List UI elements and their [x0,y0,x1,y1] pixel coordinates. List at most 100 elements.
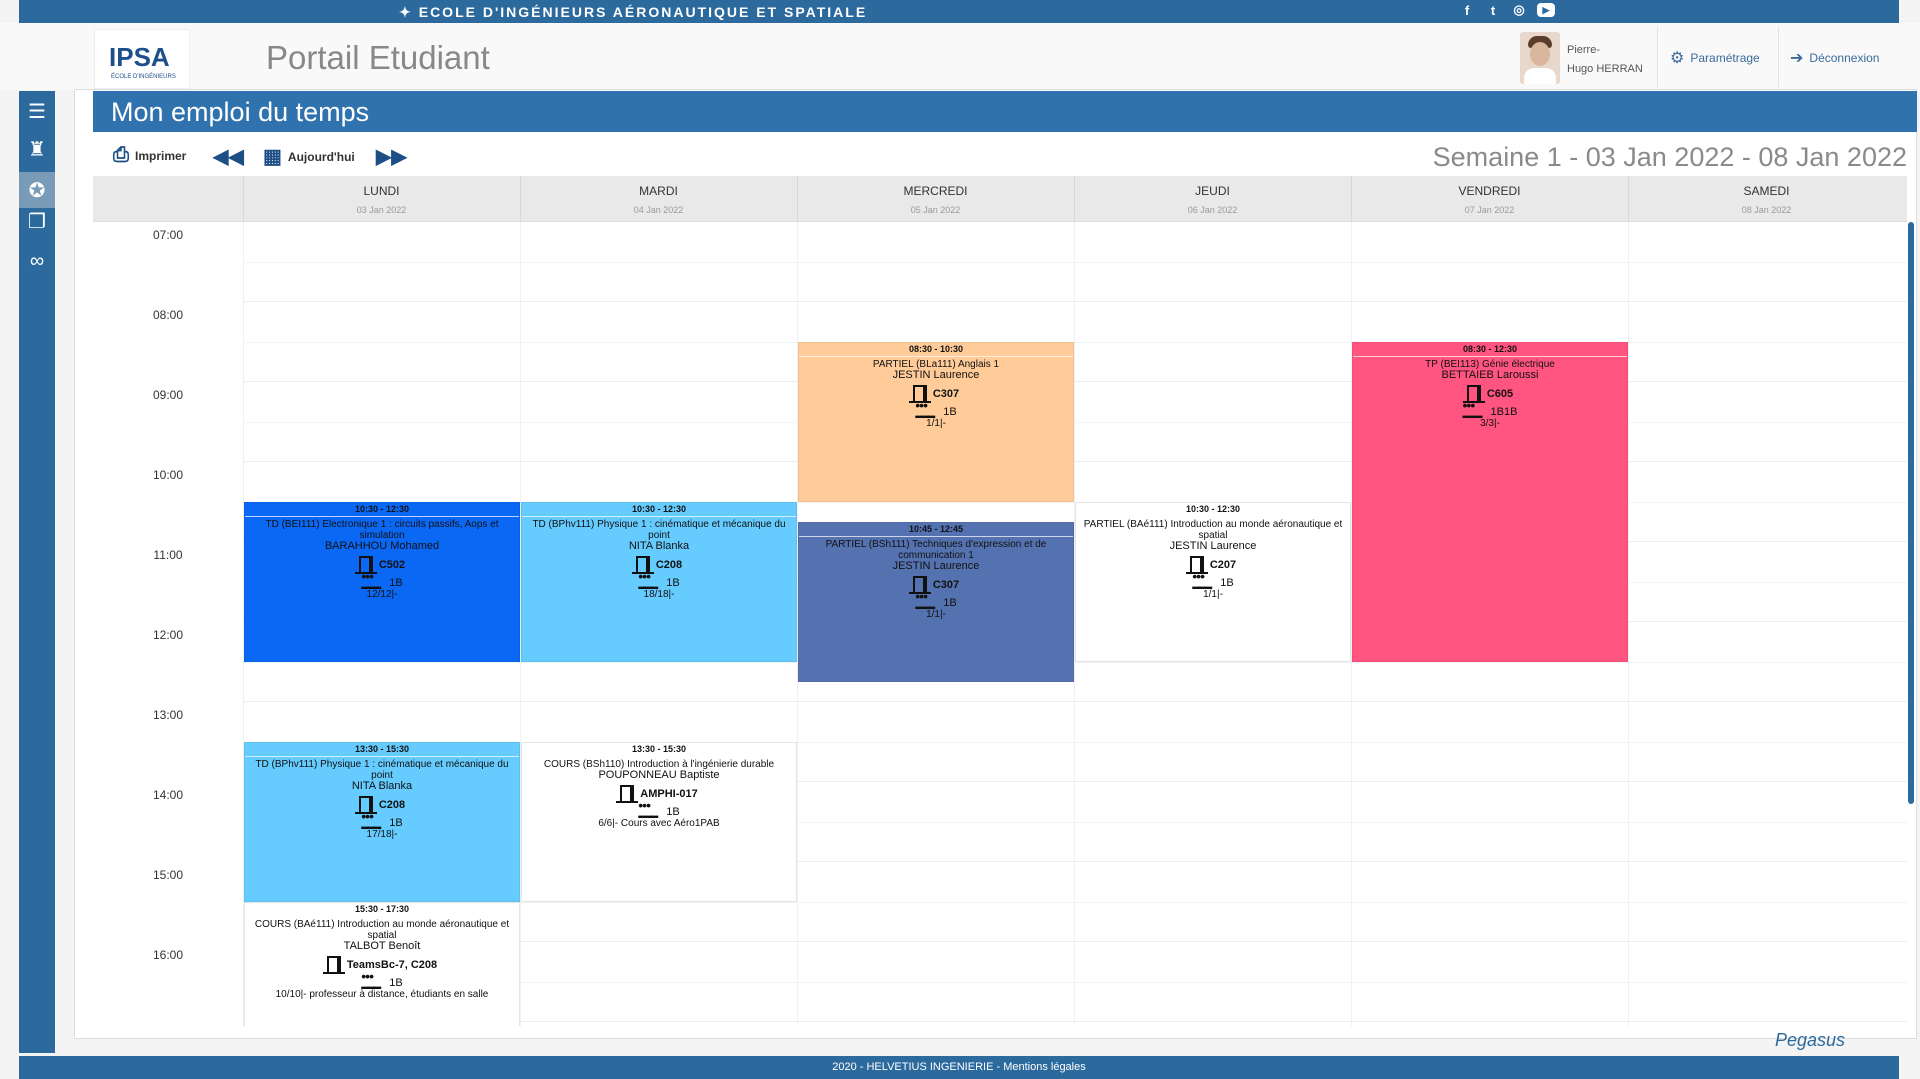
course-event[interactable]: 10:30 - 12:30 PARTIEL (BAé111) Introducti… [1075,502,1351,662]
event-group: 1B1B [1353,400,1627,421]
next-week-button[interactable]: ▶▶ [376,144,407,169]
hour-label: 10:00 [152,468,184,482]
group-icon [1463,400,1485,421]
hour-label: 07:00 [152,228,184,242]
group-icon [361,571,383,592]
course-event[interactable]: 08:30 - 10:30 PARTIEL (BLa111) Anglais 1J… [798,342,1074,502]
group-icon [638,571,660,592]
event-group: 1B [799,400,1073,421]
group-icon [1192,571,1214,592]
course-event[interactable]: 10:30 - 12:30 TD (BEI111) Electronique 1 … [244,502,520,662]
header: IPSA ÉCOLE D'INGÉNIEURS Portail Etudiant… [0,23,1920,90]
event-attendance: 1/1|- [926,609,946,620]
calendar-scrollbar[interactable] [1908,222,1914,804]
event-teacher: BETTAIEB Laroussi [1441,369,1539,381]
event-teacher: JESTIN Laurence [892,560,980,572]
toolbar: ⎙ Imprimer ◀◀ ▦ Aujourd'hui ▶▶ Semaine 1… [93,140,1917,174]
group-icon [915,400,937,421]
group-label: 1B [389,976,403,989]
day-name: LUNDI [363,184,400,198]
pegasus-logo: Pegasus [1775,1030,1846,1050]
room-label: C307 [932,387,960,400]
previous-week-button[interactable]: ◀◀ [213,144,244,169]
hour-line [243,461,1907,462]
course-event[interactable]: 13:30 - 15:30 TD (BPhv111) Physique 1 : c… [244,742,520,902]
event-room: C307 [799,385,1073,403]
day-header: LUNDI 03 Jan 2022 [243,176,519,222]
group-label: 1B [666,805,680,818]
event-teacher: NITA Blanka [351,780,413,792]
sign-out-icon: ➔ [1790,50,1804,67]
page-title: Mon emploi du temps [93,91,1917,132]
graduate-icon[interactable]: ♜ [19,131,55,167]
event-group: 1B [245,811,519,832]
top-bar: ✦ ECOLE D'INGÉNIEURS AÉRONAUTIQUE ET SPAT… [19,0,1899,23]
event-title: PARTIEL (BAé111) Introduction au monde a… [1083,519,1343,541]
event-attendance: 17/18|- [366,829,398,840]
event-attendance: 1/1|- [926,418,946,429]
day-header: VENDREDI 07 Jan 2022 [1351,176,1627,222]
star-icon: ✦ [399,4,413,20]
event-group: 1B [1076,571,1350,592]
day-date: 04 Jan 2022 [633,205,684,215]
course-event[interactable]: 08:30 - 12:30 TP (BEI113) Génie électriqu… [1352,342,1628,662]
door-icon [322,956,345,974]
user-name: Pierre- Hugo HERRAN [1567,44,1643,75]
event-room: C605 [1353,385,1627,403]
event-teacher: TALBOT Benoît [343,940,421,952]
documents-icon[interactable]: ❐ [19,203,55,239]
print-button[interactable]: ⎙ Imprimer [113,144,186,167]
event-time: 10:30 - 12:30 [522,503,796,517]
hour-line [243,381,1907,382]
event-time: 10:45 - 12:45 [799,523,1073,537]
event-title: TD (BPhv111) Physique 1 : cinématique et… [532,519,786,541]
event-room: C208 [245,796,519,814]
day-header: SAMEDI 08 Jan 2022 [1628,176,1904,222]
half-hour-line [243,262,1907,263]
course-event[interactable]: 10:30 - 12:30 TD (BPhv111) Physique 1 : c… [521,502,797,662]
group-label: 1B1B [1490,405,1518,418]
logout-link[interactable]: ➔ Déconnexion [1790,48,1879,68]
event-time: 10:30 - 12:30 [245,503,519,517]
calendar-header: LUNDI 03 Jan 2022 MARDI 04 Jan 2022 MERCREDI… [93,176,1907,222]
event-time: 08:30 - 12:30 [1353,343,1627,357]
event-group: 1B [522,571,796,592]
calendar-grid: LUNDI 03 Jan 2022 MARDI 04 Jan 2022 MERCREDI… [93,176,1907,1026]
room-label: C208 [378,798,406,811]
group-icon [915,591,937,612]
event-room: C208 [522,556,796,574]
event-time: 15:30 - 17:30 [245,903,519,917]
hour-label: 12:00 [152,628,184,642]
today-button[interactable]: ▦ Aujourd'hui [263,144,355,169]
course-event[interactable]: 15:30 - 17:30 COURS (BAé111) Introduction… [244,902,520,1026]
day-name: SAMEDI [1743,184,1790,198]
event-attendance: 3/3|- [1480,418,1500,429]
day-date: 03 Jan 2022 [356,205,407,215]
event-teacher: POUPONNEAU Baptiste [598,769,720,781]
settings-link[interactable]: ⚙ Paramétrage [1670,48,1760,68]
day-name: VENDREDI [1458,184,1521,198]
user-profile[interactable]: Pierre- Hugo HERRAN [1512,27,1656,87]
week-title: Semaine 1 - 03 Jan 2022 - 08 Jan 2022 [1432,142,1907,172]
event-teacher: JESTIN Laurence [1169,540,1257,552]
event-room: TeamsBc-7, C208 [245,956,519,974]
menu-icon[interactable]: ☰ [19,93,55,129]
event-time: 13:30 - 15:30 [522,743,796,757]
group-label: 1B [666,576,680,589]
twitter-icon[interactable]: t [1485,2,1501,18]
school-name: ✦ ECOLE D'INGÉNIEURS AÉRONAUTIQUE ET SPAT… [399,4,868,20]
social-links: f t ◎ ▶ [1459,2,1555,18]
instagram-icon[interactable]: ◎ [1511,2,1527,18]
facebook-icon[interactable]: f [1459,2,1475,18]
hour-label: 11:00 [153,548,183,562]
avatar [1520,32,1560,84]
course-event[interactable]: 13:30 - 15:30 COURS (BSh110) Introduction… [521,742,797,902]
portal-title: Portail Etudiant [266,39,490,76]
link-icon[interactable]: ∞ [19,243,55,279]
hour-label: 08:00 [152,308,184,322]
backward-icon: ◀◀ [213,146,244,168]
youtube-icon[interactable]: ▶ [1537,3,1555,17]
group-label: 1B [389,816,403,829]
course-event[interactable]: 10:45 - 12:45 PARTIEL (BSh111) Techniques… [798,522,1074,682]
ipsa-logo[interactable]: IPSA ÉCOLE D'INGÉNIEURS [94,29,190,89]
